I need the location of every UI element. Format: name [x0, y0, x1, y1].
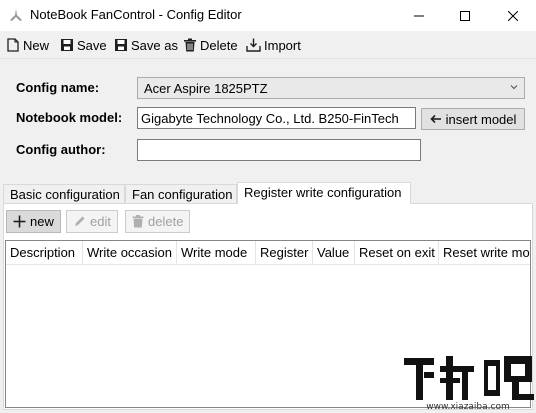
tab-basic-configuration[interactable]: Basic configuration	[3, 184, 125, 204]
tab-fan-configuration[interactable]: Fan configuration	[125, 184, 237, 204]
maximize-button[interactable]	[442, 0, 488, 31]
delete-label: Delete	[200, 37, 238, 53]
edit-entry-button[interactable]: edit	[66, 210, 118, 233]
new-entry-label: new	[30, 214, 54, 229]
config-name-value: Acer Aspire 1825PTZ	[144, 81, 268, 96]
tab-register-write-configuration[interactable]: Register write configuration	[237, 182, 411, 204]
window-title: NoteBook FanControl - Config Editor	[30, 7, 242, 22]
column-header-reset-on-exit[interactable]: Reset on exit	[355, 241, 439, 265]
notebook-model-field[interactable]: Gigabyte Technology Co., Ltd. B250-FinTe…	[137, 107, 416, 129]
close-button[interactable]	[490, 0, 536, 31]
column-header-write-mode[interactable]: Write mode	[177, 241, 256, 265]
import-label: Import	[264, 37, 301, 53]
edit-entry-label: edit	[90, 214, 111, 229]
toolbar: New Save Save as Delete Import	[0, 31, 536, 59]
chevron-down-icon	[510, 85, 518, 90]
config-author-label: Config author:	[16, 142, 106, 157]
delete-entry-button[interactable]: delete	[125, 210, 191, 233]
column-header-reset-write-mode[interactable]: Reset write mod	[439, 241, 530, 265]
site-watermark-logo: www.xiazaiba.com	[400, 352, 536, 413]
trash-icon	[184, 38, 196, 52]
pencil-icon	[75, 216, 85, 226]
save-button[interactable]: Save	[60, 35, 107, 55]
delete-button[interactable]: Delete	[183, 35, 238, 55]
trash-icon	[132, 215, 144, 228]
new-label: New	[23, 37, 50, 53]
new-entry-button[interactable]: new	[6, 210, 61, 233]
new-button[interactable]: New	[6, 35, 49, 55]
title-bar: NoteBook FanControl - Config Editor	[0, 0, 536, 31]
minimize-button[interactable]	[396, 0, 442, 31]
insert-model-button[interactable]: insert model	[421, 108, 525, 130]
grid-header: Description Write occasion Write mode Re…	[6, 241, 530, 265]
save-as-button[interactable]: Save as	[114, 35, 178, 55]
import-button[interactable]: Import	[246, 35, 301, 55]
column-header-register[interactable]: Register	[256, 241, 313, 265]
plus-icon	[13, 215, 26, 228]
column-header-description[interactable]: Description	[6, 241, 83, 265]
config-name-label: Config name:	[16, 80, 100, 95]
save-as-label: Save as	[131, 37, 178, 53]
close-icon	[508, 10, 518, 21]
tab-strip: Basic configuration Fan configuration Re…	[0, 182, 536, 204]
watermark-logo-icon	[404, 356, 534, 400]
column-header-write-occasion[interactable]: Write occasion	[83, 241, 177, 265]
arrow-left-icon	[429, 114, 441, 124]
save-icon	[61, 39, 73, 51]
save-label: Save	[77, 37, 107, 53]
maximize-icon	[460, 10, 470, 21]
minimize-icon	[414, 15, 424, 16]
notebook-model-label: Notebook model:	[16, 110, 123, 125]
column-header-value[interactable]: Value	[313, 241, 355, 265]
config-name-select[interactable]: Acer Aspire 1825PTZ	[137, 77, 525, 99]
insert-model-label: insert model	[445, 111, 517, 127]
watermark-url: www.xiazaiba.com	[426, 402, 510, 412]
config-author-field[interactable]	[137, 139, 421, 161]
delete-entry-label: delete	[148, 214, 184, 229]
new-file-icon	[7, 38, 19, 52]
save-as-icon	[115, 39, 127, 51]
import-icon	[246, 38, 261, 52]
app-icon	[8, 7, 24, 23]
